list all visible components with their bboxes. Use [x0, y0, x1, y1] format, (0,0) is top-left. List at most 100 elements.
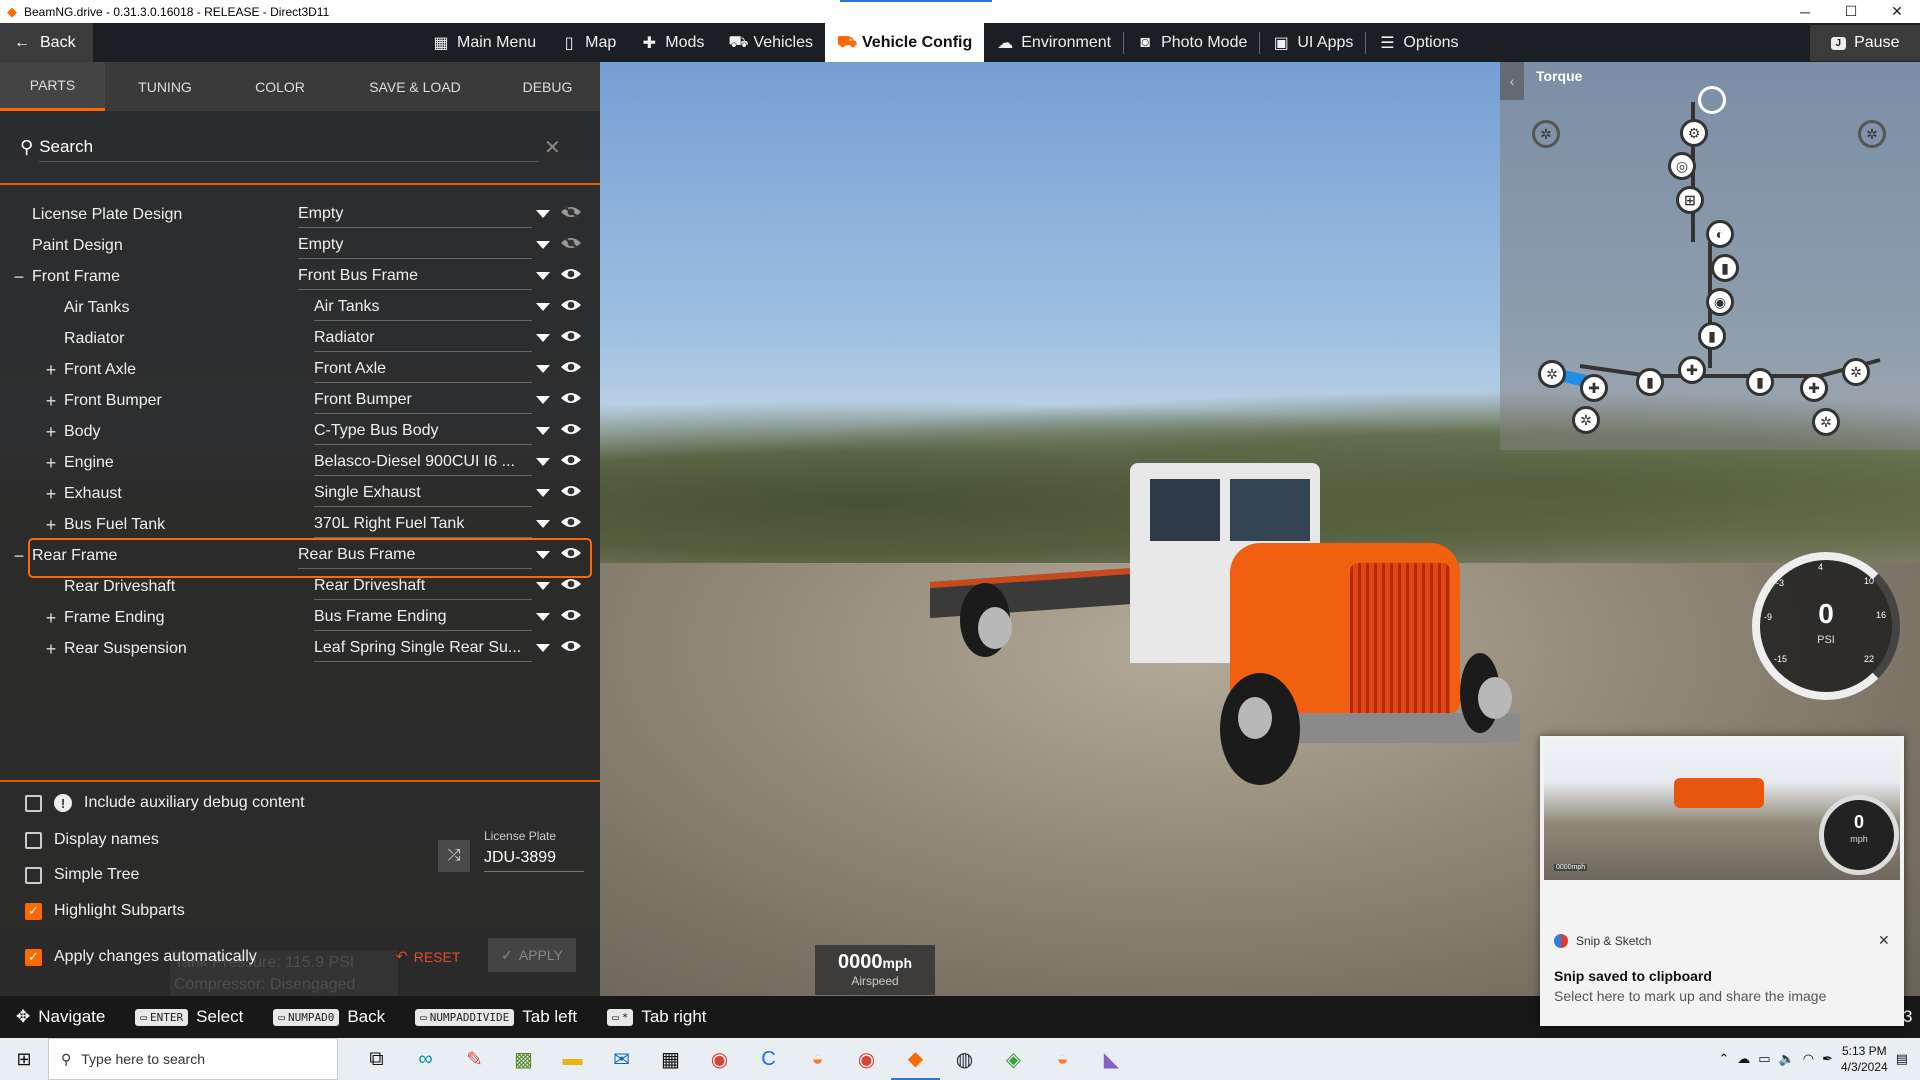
- driveshaft-icon[interactable]: ▮: [1746, 368, 1774, 396]
- creeper-icon[interactable]: ▦: [646, 1038, 695, 1080]
- expand-icon[interactable]: +: [44, 361, 58, 379]
- monitor-icon[interactable]: ▭: [1758, 1051, 1770, 1067]
- nav-vehicle-config[interactable]: ⛟ Vehicle Config: [825, 23, 985, 62]
- nav-photo-mode[interactable]: ◙ Photo Mode: [1124, 23, 1259, 62]
- driveshaft-icon[interactable]: ▮: [1698, 322, 1726, 350]
- maximize-icon[interactable]: ☐: [1828, 0, 1874, 23]
- part-row[interactable]: Rear Driveshaft Rear Driveshaft: [0, 571, 600, 602]
- nav-map[interactable]: ▯ Map: [548, 23, 628, 62]
- beamng-taskbar-icon[interactable]: ◆: [891, 1038, 940, 1080]
- dropdown-arrow-icon[interactable]: [536, 644, 550, 652]
- tab-debug[interactable]: Debug: [495, 62, 600, 111]
- part-select[interactable]: Rear Driveshaft: [314, 574, 532, 600]
- tab-tuning[interactable]: Tuning: [105, 62, 225, 111]
- part-row[interactable]: + Front Axle Front Axle: [0, 354, 600, 385]
- eye-icon[interactable]: [560, 422, 582, 436]
- expand-icon[interactable]: +: [44, 516, 58, 534]
- close-icon[interactable]: ✕: [1874, 0, 1920, 23]
- outlook-icon[interactable]: ✉: [597, 1038, 646, 1080]
- eye-icon[interactable]: [560, 298, 582, 312]
- tab-parts[interactable]: Parts: [0, 62, 105, 111]
- gearbox-icon[interactable]: ⊞: [1676, 186, 1704, 214]
- eye-icon[interactable]: [560, 267, 582, 281]
- highlight-subparts-checkbox[interactable]: ✓: [25, 902, 42, 920]
- expand-icon[interactable]: +: [44, 609, 58, 627]
- clear-search-icon[interactable]: ✕: [544, 135, 561, 160]
- part-row[interactable]: + Frame Ending Bus Frame Ending: [0, 602, 600, 633]
- pen-icon[interactable]: ✒: [1822, 1051, 1833, 1067]
- eye-icon[interactable]: [560, 391, 582, 405]
- apply-button[interactable]: ✓ APPLY: [488, 938, 576, 972]
- expand-icon[interactable]: +: [44, 454, 58, 472]
- clutch-icon[interactable]: ◎: [1668, 152, 1696, 180]
- nav-options[interactable]: ☰ Options: [1366, 23, 1470, 62]
- eye-icon[interactable]: [560, 577, 582, 591]
- part-row[interactable]: + Engine Belasco-Diesel 900CUI I6 ...: [0, 447, 600, 478]
- notification-center-icon[interactable]: ▤: [1896, 1051, 1908, 1067]
- driveshaft-icon[interactable]: ▮: [1636, 368, 1664, 396]
- chrome-profile-icon[interactable]: ◉: [842, 1038, 891, 1080]
- powertrain-node-empty[interactable]: [1698, 86, 1726, 114]
- engine-icon[interactable]: ⚙: [1680, 119, 1708, 147]
- option-apply-auto[interactable]: ✓ Apply changes automatically: [25, 948, 257, 966]
- speaker-icon[interactable]: 🔈: [1779, 1051, 1795, 1067]
- blender-icon[interactable]: ◒: [793, 1038, 842, 1080]
- driveshaft-icon[interactable]: ▮: [1711, 254, 1739, 282]
- collapse-icon[interactable]: −: [12, 268, 26, 286]
- tab-color[interactable]: Color: [225, 62, 335, 111]
- part-select[interactable]: Air Tanks: [314, 295, 532, 321]
- part-row[interactable]: − Front Frame Front Bus Frame: [0, 261, 600, 292]
- dropdown-arrow-icon[interactable]: [536, 427, 550, 435]
- differential-icon[interactable]: ◉: [1706, 288, 1734, 316]
- part-select[interactable]: Front Axle: [314, 357, 532, 383]
- part-row[interactable]: Paint Design Empty: [0, 230, 600, 261]
- search-input[interactable]: [39, 132, 540, 162]
- wifi-icon[interactable]: ◠: [1803, 1051, 1814, 1067]
- differential-icon[interactable]: ✚: [1800, 374, 1828, 402]
- part-select[interactable]: Single Exhaust: [314, 481, 532, 507]
- back-button[interactable]: ← Back: [0, 23, 93, 62]
- dropdown-arrow-icon[interactable]: [536, 272, 550, 280]
- paint-icon[interactable]: ✎: [450, 1038, 499, 1080]
- wheel-icon[interactable]: ✲: [1842, 358, 1870, 386]
- arduino-icon[interactable]: ∞: [401, 1038, 450, 1080]
- task-view-icon[interactable]: ⧉: [352, 1038, 401, 1080]
- eye-icon[interactable]: [560, 484, 582, 498]
- eye-icon[interactable]: [560, 608, 582, 622]
- part-select[interactable]: Empty: [298, 233, 532, 259]
- shuffle-plate-button[interactable]: ⤮: [438, 840, 470, 872]
- expand-icon[interactable]: +: [44, 640, 58, 658]
- part-row[interactable]: + Rear Suspension Leaf Spring Single Rear …: [0, 633, 600, 664]
- dropdown-arrow-icon[interactable]: [536, 520, 550, 528]
- chrome-icon[interactable]: ◉: [695, 1038, 744, 1080]
- part-select[interactable]: C-Type Bus Body: [314, 419, 532, 445]
- wheel-icon[interactable]: ✲: [1812, 408, 1840, 436]
- dropdown-arrow-icon[interactable]: [536, 210, 550, 218]
- option-simple-tree[interactable]: Simple Tree: [25, 866, 139, 884]
- option-highlight-subparts[interactable]: ✓ Highlight Subparts: [25, 902, 185, 920]
- part-select[interactable]: Bus Frame Ending: [314, 605, 532, 631]
- reset-button[interactable]: ↶ RESET: [396, 948, 460, 965]
- eye-icon[interactable]: [560, 329, 582, 343]
- wheel-icon[interactable]: ✲: [1538, 360, 1566, 388]
- eye-icon[interactable]: [560, 360, 582, 374]
- nav-main-menu[interactable]: ▦ Main Menu: [420, 23, 548, 62]
- simple-tree-checkbox[interactable]: [25, 866, 42, 884]
- dropdown-arrow-icon[interactable]: [536, 613, 550, 621]
- dropdown-arrow-icon[interactable]: [536, 458, 550, 466]
- option-display-names[interactable]: Display names: [25, 831, 159, 849]
- eye-icon[interactable]: [560, 639, 582, 653]
- collapse-icon[interactable]: −: [12, 547, 26, 565]
- eye-off-icon[interactable]: [560, 205, 582, 219]
- part-row[interactable]: + Body C-Type Bus Body: [0, 416, 600, 447]
- taskbar-clock[interactable]: 5:13 PM 4/3/2024: [1841, 1043, 1888, 1075]
- differential-icon[interactable]: ✚: [1580, 374, 1608, 402]
- nav-vehicles[interactable]: ⛟ Vehicles: [716, 23, 825, 62]
- expand-icon[interactable]: +: [44, 485, 58, 503]
- wheel-icon[interactable]: ✲: [1532, 120, 1560, 148]
- chevron-up-icon[interactable]: ⌃: [1718, 1051, 1729, 1067]
- app-c-icon[interactable]: C: [744, 1038, 793, 1080]
- part-select[interactable]: Belasco-Diesel 900CUI I6 ...: [314, 450, 532, 476]
- part-row[interactable]: + Bus Fuel Tank 370L Right Fuel Tank: [0, 509, 600, 540]
- visual-studio-icon[interactable]: ◣: [1087, 1038, 1136, 1080]
